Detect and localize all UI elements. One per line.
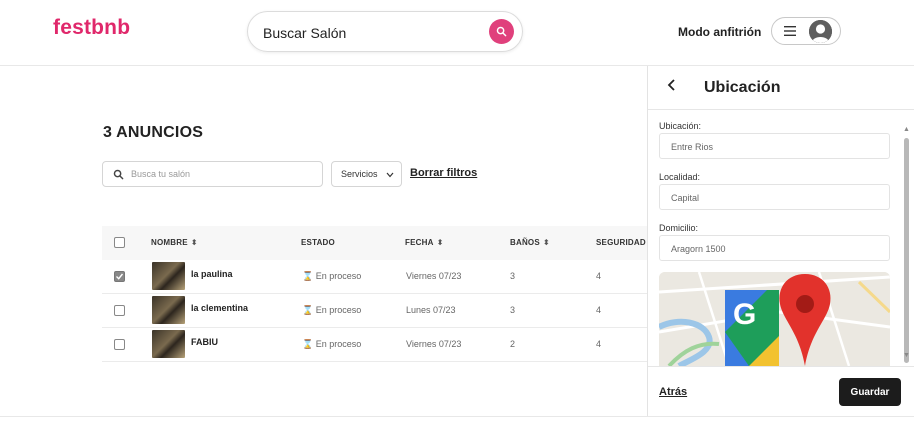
listing-name[interactable]: la paulina	[191, 269, 233, 279]
table-row[interactable]: FABIU ⌛ En proceso Viernes 07/23 2 4	[102, 328, 647, 362]
footer-divider	[0, 416, 914, 417]
listing-thumbnail	[152, 296, 185, 324]
select-all-checkbox[interactable]	[114, 237, 125, 248]
map-preview[interactable]: G	[659, 272, 890, 366]
sort-icon: ⬍	[542, 238, 550, 247]
svg-text:G: G	[733, 298, 756, 331]
host-mode-link[interactable]: Modo anfitrión	[678, 25, 761, 39]
search-label[interactable]: Buscar Salón	[263, 25, 346, 41]
clear-filters-link[interactable]: Borrar filtros	[410, 167, 477, 179]
table-row[interactable]: la paulina ⌛ En proceso Viernes 07/23 3 …	[102, 260, 647, 294]
listing-search-input[interactable]: Busca tu salón	[102, 161, 323, 187]
page-title: 3 ANUNCIOS	[103, 124, 204, 141]
location-field[interactable]: Entre Rios	[659, 133, 890, 159]
listing-date: Lunes 07/23	[406, 305, 456, 315]
listing-name[interactable]: la clementina	[191, 303, 248, 313]
chevron-left-icon[interactable]	[665, 78, 679, 92]
services-label: Servicios	[341, 169, 378, 179]
listing-security: 4	[596, 271, 602, 281]
listing-thumbnail	[152, 330, 185, 358]
address-value: Aragorn 1500	[671, 244, 726, 254]
listing-security: 4	[596, 305, 602, 315]
location-value: Entre Rios	[671, 142, 714, 152]
column-date-label: FECHA	[405, 238, 434, 247]
services-dropdown[interactable]: Servicios	[331, 161, 402, 187]
locality-field[interactable]: Capital	[659, 184, 890, 210]
avatar-icon	[809, 20, 832, 43]
column-baths[interactable]: BAÑOS ⬍	[510, 238, 550, 247]
listing-name[interactable]: FABIU	[191, 337, 218, 347]
column-status: ESTADO	[301, 238, 335, 247]
hamburger-icon	[784, 26, 796, 36]
panel-header: Ubicación	[648, 66, 914, 110]
scrollbar-thumb[interactable]	[904, 138, 909, 363]
hourglass-icon: ⌛	[302, 271, 314, 281]
column-name[interactable]: NOMBRE ⬍	[151, 238, 198, 247]
search-icon	[496, 26, 507, 37]
listing-status: ⌛ En proceso	[302, 339, 362, 349]
row-checkbox[interactable]	[114, 305, 125, 316]
address-field[interactable]: Aragorn 1500	[659, 235, 890, 261]
chevron-down-icon	[386, 172, 394, 178]
column-baths-label: BAÑOS	[510, 238, 540, 247]
scroll-up-icon[interactable]: ▲	[903, 126, 910, 133]
user-menu-button[interactable]	[771, 17, 841, 45]
listing-baths: 3	[510, 305, 516, 315]
listing-date: Viernes 07/23	[406, 339, 462, 349]
listing-date: Viernes 07/23	[406, 271, 462, 281]
scroll-down-icon[interactable]: ▼	[903, 352, 910, 359]
hourglass-icon: ⌛	[302, 339, 314, 349]
row-checkbox[interactable]	[114, 339, 125, 350]
listing-baths: 3	[510, 271, 516, 281]
back-link[interactable]: Atrás	[659, 386, 687, 398]
column-security: SEGURIDAD	[596, 238, 646, 247]
listing-search-placeholder: Busca tu salón	[131, 169, 191, 179]
locality-label: Localidad:	[659, 172, 701, 182]
table-header: NOMBRE ⬍ ESTADO FECHA ⬍ BAÑOS ⬍ SEGURIDAD	[102, 226, 647, 260]
save-button[interactable]: Guardar	[839, 378, 901, 406]
listing-thumbnail	[152, 262, 185, 290]
top-header: festbnb Buscar Salón Modo anfitrión	[0, 0, 914, 66]
listing-status: ⌛ En proceso	[302, 305, 362, 315]
panel-footer: Atrás Guardar	[648, 366, 914, 416]
listing-security: 4	[596, 339, 602, 349]
listing-baths: 2	[510, 339, 516, 349]
search-bar[interactable]: Buscar Salón	[247, 11, 523, 52]
sort-icon: ⬍	[436, 238, 444, 247]
listing-status: ⌛ En proceso	[302, 271, 362, 281]
row-checkbox[interactable]	[114, 271, 125, 282]
hourglass-icon: ⌛	[302, 305, 314, 315]
search-icon	[113, 169, 124, 180]
table-row[interactable]: la clementina ⌛ En proceso Lunes 07/23 3…	[102, 294, 647, 328]
location-panel: Ubicación Ubicación: Entre Rios Localida…	[647, 66, 914, 416]
logo[interactable]: festbnb	[53, 16, 130, 40]
column-date[interactable]: FECHA ⬍	[405, 238, 443, 247]
column-name-label: NOMBRE	[151, 238, 188, 247]
panel-title: Ubicación	[704, 79, 781, 96]
sort-icon: ⬍	[190, 238, 198, 247]
address-label: Domicilio:	[659, 223, 699, 233]
location-label: Ubicación:	[659, 121, 702, 131]
locality-value: Capital	[671, 193, 700, 203]
search-button[interactable]	[489, 19, 514, 44]
panel-scrollbar[interactable]: ▲ ▼	[903, 126, 911, 366]
